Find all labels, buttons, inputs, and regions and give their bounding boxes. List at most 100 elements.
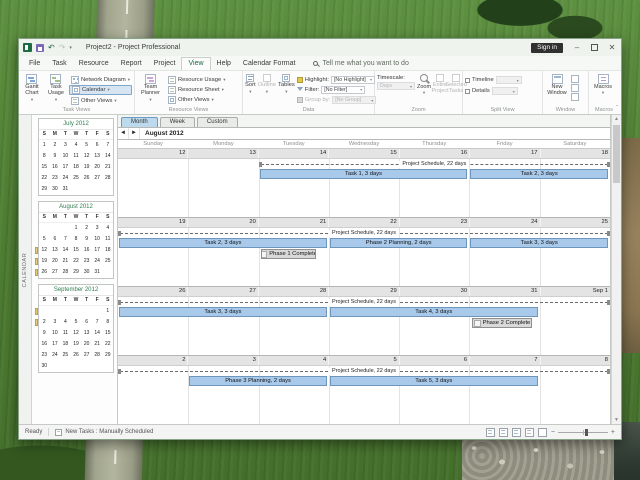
milestone-bar[interactable]: Phase 2 Complete bbox=[472, 318, 532, 328]
mini-date-cell[interactable]: 6 bbox=[50, 234, 61, 245]
mini-date-cell[interactable]: 8 bbox=[39, 151, 50, 162]
zoom-button[interactable]: Zoom ▾ bbox=[417, 73, 431, 105]
menu-tab-report[interactable]: Report bbox=[115, 58, 148, 70]
mini-date-cell[interactable]: 30 bbox=[39, 361, 50, 372]
tables-button[interactable]: Tables ▾ bbox=[278, 73, 295, 105]
menu-tab-view[interactable]: View bbox=[181, 57, 210, 70]
date-cell[interactable]: 29 bbox=[329, 287, 399, 296]
view-tab-week[interactable]: Week bbox=[160, 117, 195, 127]
mini-date-cell[interactable]: 10 bbox=[50, 328, 61, 339]
mini-date-cell[interactable]: 26 bbox=[71, 350, 82, 361]
mini-date-cell[interactable]: 20 bbox=[92, 162, 103, 173]
mini-date-cell[interactable]: 17 bbox=[92, 245, 103, 256]
task-bar[interactable]: Task 3, 3 days bbox=[470, 238, 608, 248]
mini-date-cell[interactable]: 28 bbox=[92, 350, 103, 361]
mini-date-cell[interactable]: 11 bbox=[60, 328, 71, 339]
date-cell[interactable]: 2 bbox=[118, 356, 188, 365]
task-usage-button[interactable]: Task Usage ▾ bbox=[45, 73, 67, 105]
mini-date-cell[interactable]: 3 bbox=[50, 317, 61, 328]
highlight-dropdown[interactable]: [No Highlight]▾ bbox=[331, 76, 375, 84]
mini-date-cell[interactable]: 18 bbox=[102, 245, 113, 256]
date-cell[interactable]: 30 bbox=[400, 287, 470, 296]
mini-date-cell[interactable]: 12 bbox=[81, 151, 92, 162]
date-cell[interactable]: 23 bbox=[400, 218, 470, 227]
next-month-button[interactable]: ► bbox=[129, 128, 140, 139]
tell-me-search[interactable]: Tell me what you want to do bbox=[313, 60, 408, 70]
scroll-up-icon[interactable]: ▲ bbox=[612, 115, 621, 123]
date-cell[interactable]: 18 bbox=[541, 149, 610, 158]
mini-date-cell[interactable]: 8 bbox=[102, 317, 113, 328]
mini-date-cell[interactable]: 1 bbox=[71, 223, 82, 234]
vertical-scrollbar[interactable]: ▲ ▼ bbox=[611, 115, 621, 424]
mini-date-cell[interactable]: 1 bbox=[102, 306, 113, 317]
date-cell[interactable]: 19 bbox=[118, 218, 188, 227]
task-bar[interactable]: Phase 2 Planning, 2 days bbox=[330, 238, 468, 248]
mini-date-cell[interactable]: 31 bbox=[60, 184, 71, 195]
mini-date-cell[interactable]: 9 bbox=[81, 234, 92, 245]
mini-date-cell[interactable]: 4 bbox=[102, 223, 113, 234]
mini-date-cell[interactable]: 9 bbox=[39, 328, 50, 339]
mini-date-cell[interactable]: 25 bbox=[71, 173, 82, 184]
mini-date-cell[interactable]: 15 bbox=[102, 328, 113, 339]
resource-usage-button[interactable]: Resource Usage ▾ bbox=[166, 75, 227, 84]
date-cell[interactable]: 8 bbox=[541, 356, 610, 365]
scrollbar-thumb[interactable] bbox=[613, 125, 620, 183]
new-tasks-mode-button[interactable]: New Tasks : Manually Scheduled bbox=[55, 429, 153, 436]
hide-window-icon[interactable] bbox=[571, 93, 579, 101]
date-cell[interactable]: 17 bbox=[470, 149, 540, 158]
date-cell[interactable]: 22 bbox=[329, 218, 399, 227]
task-bar[interactable]: Task 4, 3 days bbox=[330, 307, 538, 317]
mini-date-cell[interactable]: 28 bbox=[60, 267, 71, 278]
task-bar[interactable]: Phase 3 Planning, 2 days bbox=[189, 376, 327, 386]
mini-date-cell[interactable]: 18 bbox=[71, 162, 82, 173]
mini-date-cell[interactable]: 13 bbox=[81, 328, 92, 339]
view-tab-month[interactable]: Month bbox=[121, 117, 158, 127]
mini-date-cell[interactable]: 31 bbox=[92, 267, 103, 278]
timescale-dropdown[interactable]: Days▾ bbox=[377, 82, 415, 90]
mini-date-cell[interactable]: 28 bbox=[102, 173, 113, 184]
mini-date-cell[interactable]: 8 bbox=[71, 234, 82, 245]
task-bar[interactable]: Task 3, 3 days bbox=[119, 307, 327, 317]
date-cell[interactable]: 20 bbox=[188, 218, 258, 227]
date-cell[interactable]: 14 bbox=[259, 149, 329, 158]
mini-date-cell[interactable]: 23 bbox=[81, 256, 92, 267]
maximize-button[interactable] bbox=[591, 44, 598, 51]
arrange-all-icon[interactable] bbox=[571, 84, 579, 92]
selected-tasks-button[interactable]: Selected Tasks bbox=[449, 73, 463, 105]
date-cell[interactable]: 31 bbox=[470, 287, 540, 296]
qat-customize-icon[interactable]: ▾ bbox=[69, 45, 72, 51]
mini-date-cell[interactable]: 14 bbox=[92, 328, 103, 339]
minimize-button[interactable]: – bbox=[572, 43, 582, 53]
mini-date-cell[interactable]: 16 bbox=[50, 162, 61, 173]
switch-windows-icon[interactable] bbox=[571, 75, 579, 83]
mini-date-cell[interactable]: 9 bbox=[50, 151, 61, 162]
mini-date-cell[interactable]: 1 bbox=[39, 140, 50, 151]
mini-date-cell[interactable]: 5 bbox=[39, 234, 50, 245]
view-shortcut-team-planner-icon[interactable] bbox=[512, 428, 521, 437]
mini-date-cell[interactable]: 25 bbox=[60, 350, 71, 361]
resource-sheet-button[interactable]: Resource Sheet ▾ bbox=[166, 85, 227, 94]
mini-date-cell[interactable]: 15 bbox=[71, 245, 82, 256]
team-planner-button[interactable]: Team Planner ▾ bbox=[137, 73, 164, 105]
mini-date-cell[interactable]: 7 bbox=[60, 234, 71, 245]
date-cell[interactable]: 12 bbox=[118, 149, 188, 158]
close-button[interactable]: ✕ bbox=[607, 43, 617, 53]
mini-date-cell[interactable]: 7 bbox=[102, 140, 113, 151]
details-dropdown[interactable]: ▾ bbox=[492, 87, 518, 95]
mini-date-cell[interactable]: 11 bbox=[102, 234, 113, 245]
undo-icon[interactable]: ↶ bbox=[48, 44, 55, 52]
mini-date-cell[interactable]: 10 bbox=[92, 234, 103, 245]
mini-date-cell[interactable]: 22 bbox=[39, 173, 50, 184]
date-cell[interactable]: 13 bbox=[188, 149, 258, 158]
mini-date-cell[interactable]: 23 bbox=[50, 173, 61, 184]
mini-date-cell[interactable]: 25 bbox=[102, 256, 113, 267]
project-app-icon[interactable] bbox=[23, 43, 32, 52]
mini-date-cell[interactable]: 10 bbox=[60, 151, 71, 162]
mini-date-cell[interactable]: 30 bbox=[81, 267, 92, 278]
mini-date-cell[interactable]: 22 bbox=[71, 256, 82, 267]
mini-date-cell[interactable]: 24 bbox=[60, 173, 71, 184]
mini-date-cell[interactable]: 29 bbox=[71, 267, 82, 278]
date-cell[interactable]: 5 bbox=[329, 356, 399, 365]
menu-tab-project[interactable]: Project bbox=[148, 58, 182, 70]
timeline-checkbox[interactable] bbox=[465, 78, 470, 83]
